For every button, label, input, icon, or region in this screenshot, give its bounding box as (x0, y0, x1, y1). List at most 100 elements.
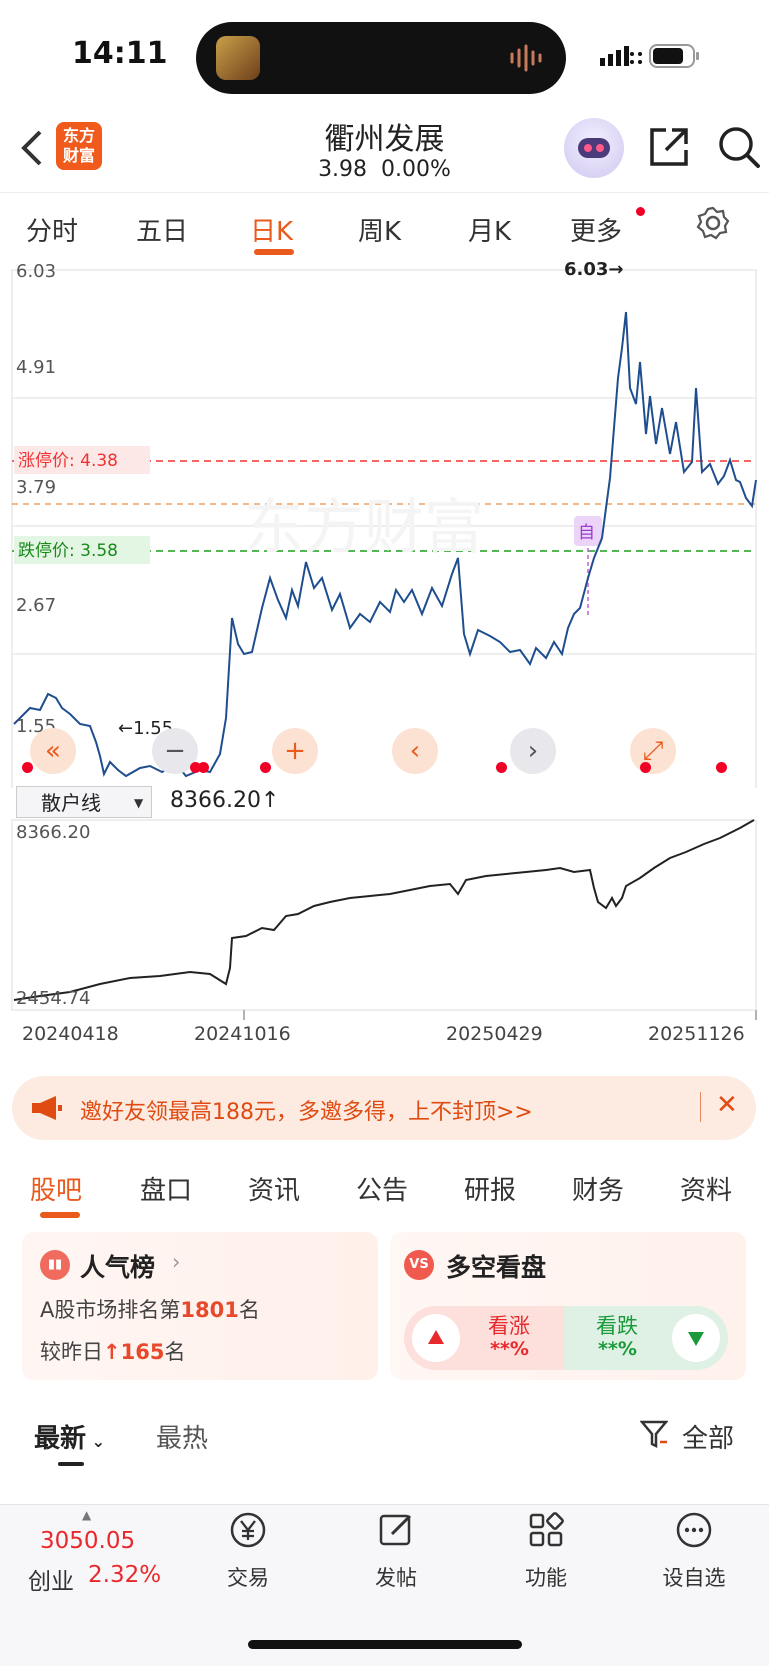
nav-trade[interactable]: 交易 (198, 1510, 298, 1592)
rank-line: A股市场排名第1801名 (40, 1294, 260, 1324)
tab-finance[interactable]: 财务 (572, 1170, 624, 1207)
date-label-4: 20251126 (648, 1023, 745, 1045)
tab-pankou[interactable]: 盘口 (140, 1170, 192, 1207)
date-label-2: 20241016 (194, 1023, 291, 1045)
signal-dot (260, 762, 271, 773)
up-triangle-icon[interactable] (412, 1314, 460, 1362)
svg-text:东方财富: 东方财富 (244, 493, 484, 563)
share-icon[interactable] (646, 124, 692, 170)
indicator-select[interactable]: 散户线 (16, 786, 152, 818)
sentiment-title: 多空看盘 (446, 1253, 547, 1282)
tab-intraday[interactable]: 分时 (26, 211, 78, 248)
feed-tab-underline (58, 1462, 84, 1466)
limit-down-label: 跌停价: 3.58 (18, 541, 118, 561)
edit-icon (379, 1514, 412, 1546)
tab-guba[interactable]: 股吧 (30, 1170, 82, 1207)
tab-monthly-k[interactable]: 月K (468, 211, 511, 248)
signal-dot (716, 762, 727, 773)
scroll-right-button[interactable]: › (510, 728, 556, 774)
tab-research[interactable]: 研报 (464, 1170, 516, 1207)
limit-up-label: 涨停价: 4.38 (18, 451, 118, 471)
popularity-title: 人气榜 (80, 1253, 156, 1282)
feed-latest-label: 最新 (34, 1424, 87, 1454)
nav-functions[interactable]: 功能 (496, 1510, 596, 1592)
megaphone-icon (32, 1096, 62, 1120)
popularity-card[interactable]: ▮▮ 人气榜 › A股市场排名第1801名 较昨日↑165名 (22, 1232, 378, 1380)
signal-dot (496, 762, 507, 773)
down-triangle-icon[interactable] (672, 1314, 720, 1362)
search-icon[interactable] (716, 124, 762, 170)
active-tab-underline (254, 249, 294, 255)
tab-profile[interactable]: 资料 (680, 1170, 732, 1207)
change-suffix: 名 (164, 1340, 186, 1364)
nav-post-label: 发帖 (375, 1566, 417, 1590)
tab-daily-k[interactable]: 日K (250, 211, 293, 248)
settings-gear-icon[interactable] (696, 206, 730, 240)
nav-post[interactable]: 发帖 (346, 1510, 446, 1592)
home-indicator[interactable] (248, 1640, 522, 1649)
y-label-2: 4.91 (16, 357, 56, 378)
tab-more[interactable]: 更多 (570, 211, 622, 248)
date-label-3: 20250429 (446, 1023, 543, 1045)
indicator-chart[interactable]: 8366.20 2454.74 20240418 20241016 202504… (0, 818, 769, 1058)
app-icon[interactable] (216, 36, 260, 80)
more-red-dot (636, 207, 645, 216)
grid-icon (529, 1512, 564, 1547)
audio-wave-icon (510, 44, 542, 72)
ind-y-bottom: 2454.74 (16, 988, 90, 1009)
assistant-robot-icon[interactable] (564, 118, 624, 178)
tab-weekly-k[interactable]: 周K (358, 211, 401, 248)
bull-label: 看涨 (488, 1314, 530, 1338)
ind-y-top: 8366.20 (16, 822, 90, 843)
feed-tab-latest[interactable]: 最新 ⌄ (34, 1418, 105, 1455)
up-arrow-icon: ↑ (103, 1340, 121, 1364)
tab-news[interactable]: 资讯 (248, 1170, 300, 1207)
date-label-1: 20240418 (22, 1023, 119, 1045)
scroll-left-fast-button[interactable]: « (30, 728, 76, 774)
banner-divider (700, 1092, 701, 1122)
index-value[interactable]: 3050.05 (40, 1528, 135, 1554)
dynamic-island[interactable] (196, 22, 566, 94)
stock-change: 0.00% (381, 157, 451, 182)
kline-chart[interactable]: 东方财富 6.03→ ←1.55 6.03 4.91 3.79 2.67 1.5… (0, 258, 769, 788)
index-pct[interactable]: 2.32% (88, 1562, 161, 1588)
caret-up-icon[interactable]: ▲ (82, 1508, 91, 1522)
indicator-value: 8366.20↑ (170, 788, 280, 813)
banner-text[interactable]: 邀好友领最高188元，多邀多得，上不封顶>> (80, 1094, 533, 1126)
dropdown-arrow-icon: ▼ (134, 796, 144, 810)
close-icon[interactable]: ✕ (716, 1090, 738, 1120)
section-tab-underline (40, 1212, 80, 1218)
bear-value: **% (598, 1338, 637, 1360)
stock-price: 3.98 (318, 157, 368, 182)
feed-tab-hot[interactable]: 最热 (156, 1418, 208, 1455)
rank-prefix: A股市场排名第 (40, 1298, 181, 1322)
filter-icon[interactable] (640, 1418, 668, 1450)
change-prefix: 较昨日 (40, 1340, 103, 1364)
rank-value: 1801 (180, 1298, 239, 1322)
nav-trade-label: 交易 (227, 1566, 269, 1590)
signal-dot (198, 762, 209, 773)
y-label-4: 2.67 (16, 595, 56, 616)
fullscreen-button[interactable]: ⤢ (630, 728, 676, 774)
status-time: 14:11 (72, 36, 168, 71)
period-tabs: 分时 五日 日K 周K 月K 更多 (0, 192, 769, 259)
signal-battery-icon (600, 44, 699, 68)
change-line: 较昨日↑165名 (40, 1336, 185, 1366)
tab-five-day[interactable]: 五日 (136, 211, 188, 248)
scroll-left-button[interactable]: ‹ (392, 728, 438, 774)
self-marker: 自 (578, 523, 595, 543)
zoom-in-button[interactable]: + (272, 728, 318, 774)
bar-chart-icon: ▮▮ (40, 1250, 70, 1280)
chevron-down-icon: ⌄ (86, 1432, 105, 1451)
yen-circle-icon (230, 1512, 266, 1548)
nav-functions-label: 功能 (525, 1566, 567, 1590)
nav-watchlist-label: 设自选 (662, 1566, 726, 1590)
more-circle-icon (676, 1512, 712, 1548)
tab-announcement[interactable]: 公告 (356, 1170, 408, 1207)
y-label-max: 6.03 (16, 261, 56, 282)
index-name[interactable]: 创业 (28, 1562, 74, 1596)
filter-all[interactable]: 全部 (682, 1418, 734, 1455)
nav-watchlist[interactable]: 设自选 (644, 1510, 744, 1592)
vs-icon: VS (404, 1250, 434, 1280)
rank-suffix: 名 (238, 1298, 260, 1322)
